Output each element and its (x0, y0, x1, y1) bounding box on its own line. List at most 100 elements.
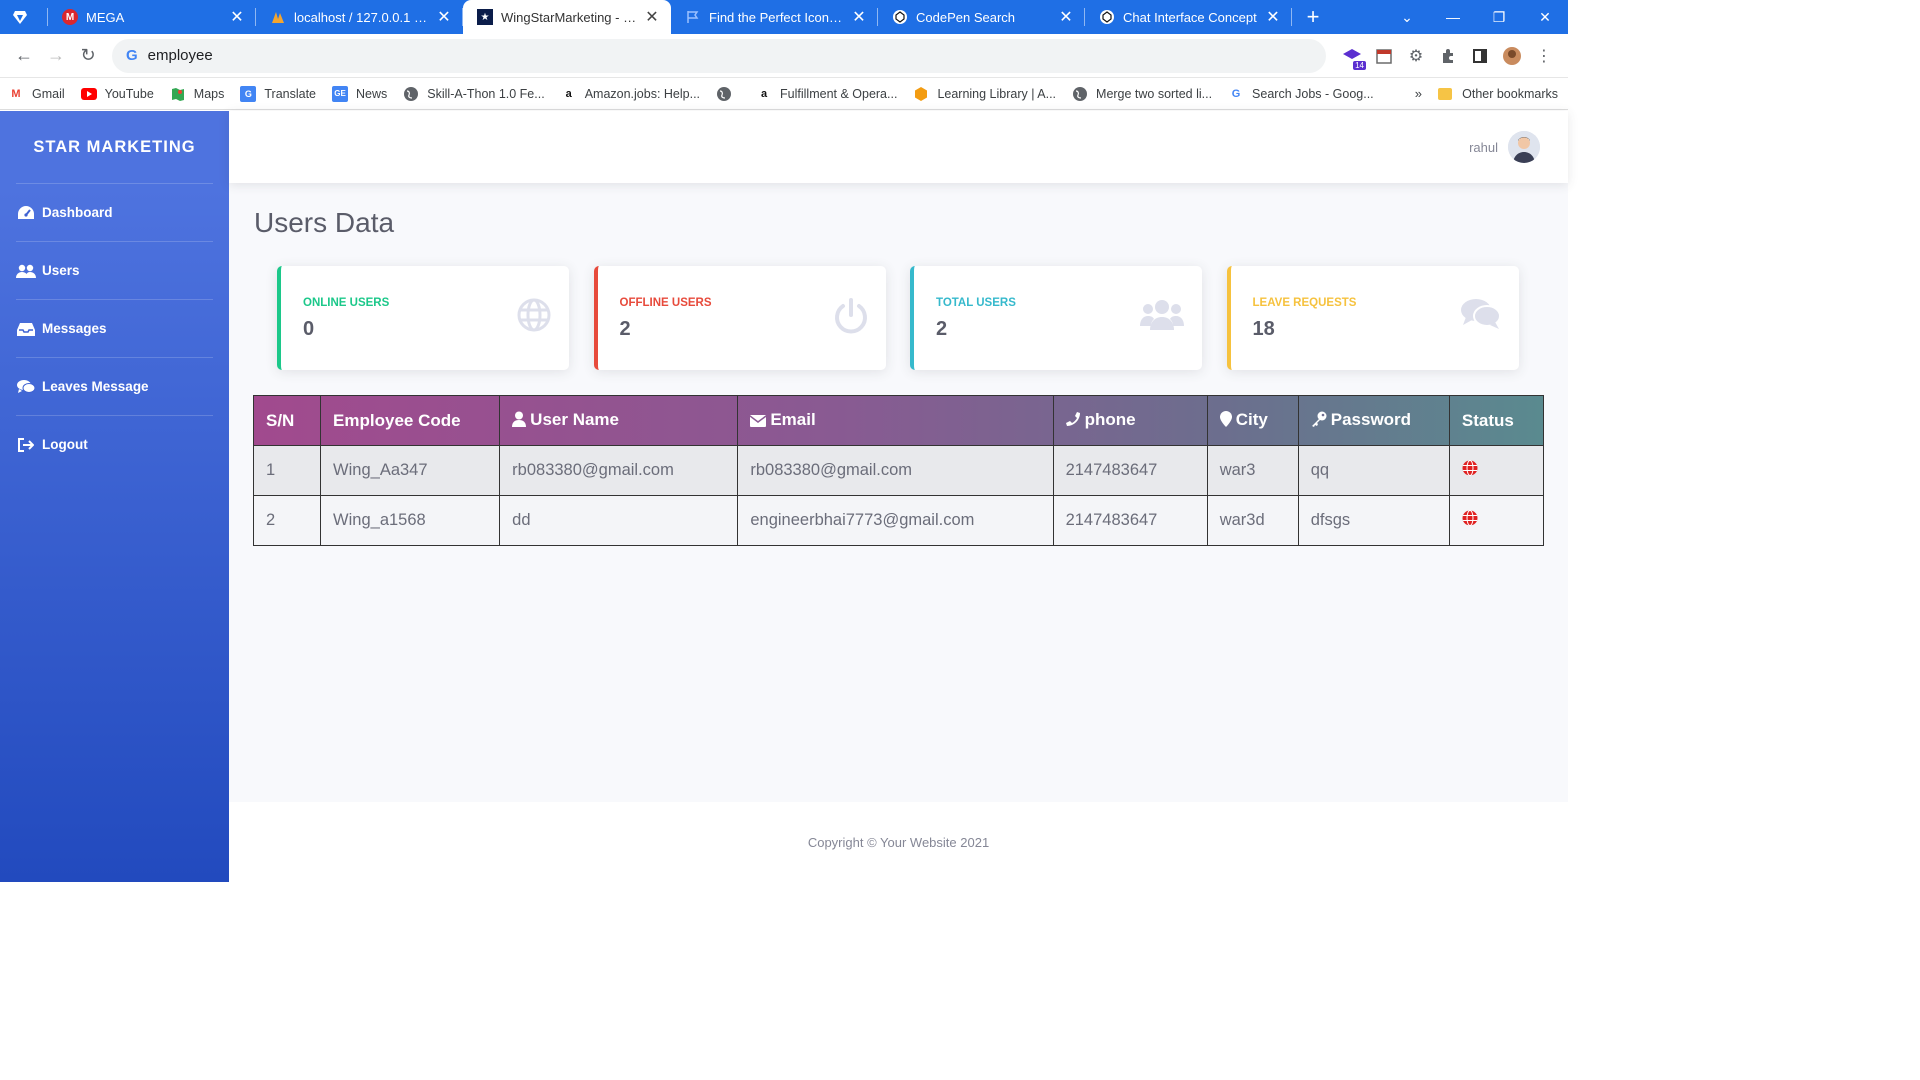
stat-cards: ONLINE USERS 0 OFFLINE USERS 2 TOTAL USE… (277, 266, 1543, 370)
topbar-user-name[interactable]: rahul (1469, 140, 1498, 155)
close-icon[interactable]: ✕ (643, 7, 661, 27)
avatar[interactable] (1508, 131, 1540, 163)
cell-phone: 2147483647 (1052, 445, 1208, 496)
bookmark-maps[interactable]: Maps (170, 86, 225, 102)
bookmark-label: Maps (193, 86, 225, 101)
sign-out-icon (16, 437, 36, 452)
tab-chat-interface[interactable]: Chat Interface Concept ✕ (1085, 0, 1292, 34)
close-icon[interactable]: ✕ (435, 7, 453, 27)
header-phone: phone (1052, 395, 1208, 446)
bookmark-search-jobs[interactable]: G Search Jobs - Goog... (1228, 86, 1374, 102)
header-label: Email (770, 409, 816, 429)
header-label: Status (1461, 410, 1514, 430)
menu-kebab-icon[interactable]: ⋮ (1528, 40, 1560, 72)
close-icon[interactable]: ✕ (228, 7, 246, 27)
card-label: LEAVE REQUESTS (1252, 297, 1357, 309)
bookmark-news[interactable]: GE News (332, 85, 387, 102)
tab-mega[interactable]: M MEGA ✕ (48, 0, 256, 34)
sidebar-item-label: Dashboard (42, 205, 113, 220)
sidebar-item-logout[interactable]: Logout (0, 416, 229, 473)
extensions-puzzle-icon[interactable] (1432, 40, 1464, 72)
cell-password: qq (1297, 445, 1450, 496)
tab-search-icon[interactable]: ⌄ (1384, 9, 1430, 26)
browser-tab-bar: M MEGA ✕ localhost / 127.0.0.1 / star ✕ … (0, 0, 1568, 34)
app: STAR MARKETING Dashboard Users Messages (0, 111, 1568, 882)
extension-gear-icon[interactable]: ⚙ (1400, 40, 1432, 72)
side-panel-icon[interactable] (1464, 40, 1496, 72)
sidebar-item-label: Messages (42, 321, 107, 336)
bookmarks-overflow-button[interactable]: » (1415, 86, 1422, 101)
bookmark-label: YouTube (104, 86, 154, 101)
profile-avatar-icon[interactable] (1496, 40, 1528, 72)
minimize-button[interactable]: — (1430, 9, 1476, 25)
card-total-users: TOTAL USERS 2 (910, 266, 1202, 370)
cell-sn: 2 (252, 495, 322, 546)
globe-icon (716, 86, 732, 102)
card-offline-users: OFFLINE USERS 2 (593, 266, 886, 370)
window-controls: ⌄ — ❐ ✕ (1384, 0, 1568, 34)
topbar: rahul (229, 111, 1568, 183)
sidebar-brand[interactable]: STAR MARKETING (0, 111, 229, 183)
new-tab-button[interactable]: + (1298, 4, 1328, 30)
header-user-name: User Name (499, 395, 739, 446)
status-globe-icon (1462, 460, 1478, 480)
bookmark-globe[interactable] (716, 86, 740, 102)
card-label: ONLINE USERS (303, 297, 390, 309)
tab-wingstar-active[interactable]: ★ WingStarMarketing - Dash ✕ (463, 0, 671, 34)
bookmark-label: Gmail (32, 86, 65, 101)
tab-title: WingStarMarketing - Dash (501, 9, 637, 25)
header-label: User Name (530, 409, 619, 429)
extension-calendar-icon[interactable] (1368, 40, 1400, 72)
footer: Copyright © Your Website 2021 (229, 802, 1568, 882)
amazon-icon: a (760, 87, 768, 100)
page-title: Users Data (254, 207, 395, 238)
close-window-button[interactable]: ✕ (1522, 9, 1568, 26)
codepen-icon (892, 9, 908, 25)
back-button[interactable]: ← (8, 40, 40, 72)
other-bookmarks[interactable]: Other bookmarks (1438, 78, 1558, 110)
sidebar-item-dashboard[interactable]: Dashboard (0, 184, 229, 241)
extension-school-icon[interactable]: 14 (1336, 40, 1368, 72)
map-marker-icon (1219, 410, 1232, 432)
globe-icon (517, 298, 551, 337)
omnibox[interactable]: G employee (112, 38, 1326, 73)
sidebar-item-messages[interactable]: Messages (0, 300, 229, 357)
header-password: Password (1297, 395, 1450, 446)
cell-user-name: dd (499, 495, 739, 546)
users-icon (16, 264, 36, 278)
bookmark-merge-sorted[interactable]: Merge two sorted li... (1072, 86, 1212, 102)
bookmark-youtube[interactable]: YouTube (80, 86, 154, 102)
reload-button[interactable]: ↻ (72, 40, 104, 72)
sidebar: STAR MARKETING Dashboard Users Messages (0, 111, 229, 882)
header-label: phone (1084, 409, 1136, 429)
flag-icon (685, 9, 701, 25)
users-group-icon (1140, 298, 1184, 335)
tab-codepen-search[interactable]: CodePen Search ✕ (878, 0, 1085, 34)
bookmark-label: Skill-A-Thon 1.0 Fe... (427, 86, 545, 101)
tab-title: Find the Perfect Icon for Yo (709, 9, 844, 25)
tab-title: localhost / 127.0.0.1 / star (294, 9, 429, 25)
restore-button[interactable]: ❐ (1476, 9, 1522, 26)
inbox-icon (16, 322, 36, 336)
bookmark-translate[interactable]: G Translate (240, 85, 316, 102)
sidebar-item-label: Leaves Message (42, 379, 149, 394)
header-label: City (1235, 409, 1268, 429)
close-icon[interactable]: ✕ (850, 7, 868, 27)
bookmark-skill-a-thon[interactable]: Skill-A-Thon 1.0 Fe... (403, 86, 545, 102)
bookmark-amazon-jobs[interactable]: a Amazon.jobs: Help... (561, 86, 700, 102)
tab-pinned[interactable] (0, 0, 48, 34)
address-bar-row: ← → ↻ G employee 14 ⚙ ⋮ (0, 34, 1568, 78)
tab-find-icon[interactable]: Find the Perfect Icon for Yo ✕ (671, 0, 878, 34)
tab-phpmyadmin[interactable]: localhost / 127.0.0.1 / star ✕ (256, 0, 463, 34)
bookmark-fulfillment[interactable]: a Fulfillment & Opera... (756, 86, 897, 102)
bookmark-gmail[interactable]: M Gmail (8, 86, 65, 102)
bookmark-learning-library[interactable]: Learning Library | A... (913, 86, 1056, 102)
sidebar-item-users[interactable]: Users (0, 242, 229, 299)
sidebar-item-leaves-message[interactable]: Leaves Message (0, 358, 229, 415)
google-icon: G (126, 47, 138, 64)
close-icon[interactable]: ✕ (1264, 7, 1282, 27)
close-icon[interactable]: ✕ (1057, 7, 1075, 27)
mega-icon: M (62, 9, 78, 25)
forward-button[interactable]: → (40, 40, 72, 72)
cell-password: dfsgs (1297, 495, 1450, 546)
